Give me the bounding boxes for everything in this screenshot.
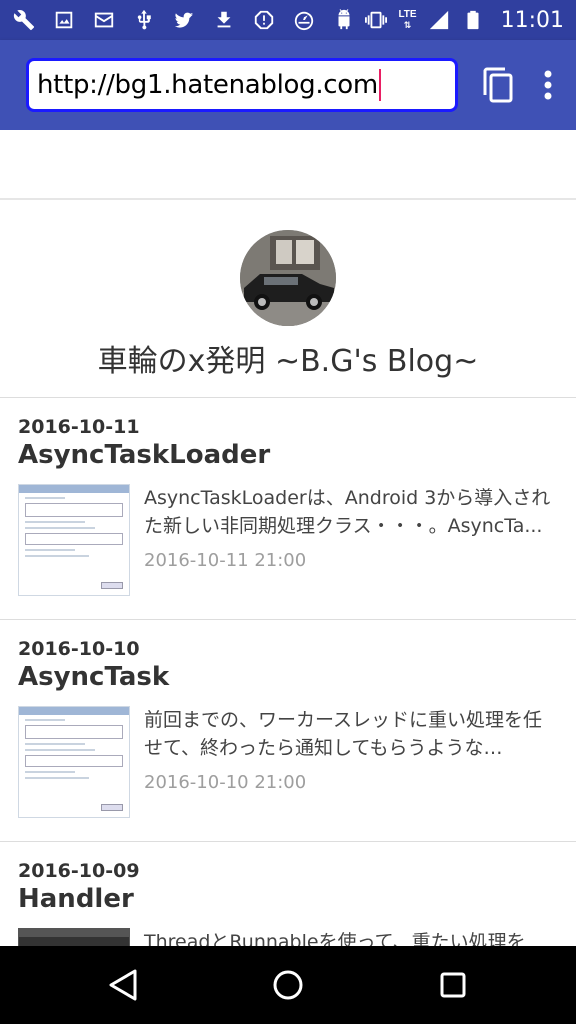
mail-icon bbox=[92, 8, 116, 32]
alert-shield-icon bbox=[252, 8, 276, 32]
entry-title[interactable]: AsyncTaskLoader bbox=[18, 440, 558, 470]
entry-thumbnail[interactable] bbox=[18, 706, 130, 818]
network-type: LTE ⇅ bbox=[398, 9, 417, 31]
entry-thumbnail[interactable] bbox=[18, 484, 130, 596]
blog-avatar[interactable] bbox=[240, 230, 336, 326]
image-icon bbox=[52, 8, 76, 32]
entry-date: 2016-10-10 bbox=[18, 638, 140, 660]
blog-header: 車輪のx発明 ~B.G's Blog~ bbox=[0, 200, 576, 398]
web-content: 車輪のx発明 ~B.G's Blog~ 2016-10-11 AsyncTask… bbox=[0, 130, 576, 946]
page-top-spacer bbox=[0, 130, 576, 200]
entry-timestamp: 2016-10-10 21:00 bbox=[144, 772, 307, 793]
entry-body: AsyncTaskLoaderは、Android 3から導入された新しい非同期処… bbox=[18, 484, 558, 596]
usb-icon bbox=[132, 8, 156, 32]
blog-title[interactable]: 車輪のx発明 ~B.G's Blog~ bbox=[98, 336, 479, 380]
entry-thumbnail[interactable] bbox=[18, 928, 130, 946]
recents-icon[interactable] bbox=[423, 955, 483, 1015]
entry-summary: 前回までの、ワーカースレッドに重い処理を任せて、終わったら通知してもらうような… bbox=[144, 709, 543, 759]
entry-item: 2016-10-11 AsyncTaskLoader AsyncTaskLoad… bbox=[0, 398, 576, 620]
entry-date: 2016-10-09 bbox=[18, 860, 140, 882]
signal-icon bbox=[427, 8, 451, 32]
tabs-icon[interactable] bbox=[480, 67, 516, 103]
entry-text: ThreadとRunnableを使って、重たい処理を bbox=[144, 928, 558, 946]
entry-body: 前回までの、ワーカースレッドに重い処理を任せて、終わったら通知してもらうような…… bbox=[18, 706, 558, 818]
system-status: LTE ⇅ 11:01 bbox=[364, 8, 564, 33]
entry-date: 2016-10-11 bbox=[18, 416, 140, 438]
overflow-menu-icon[interactable] bbox=[538, 67, 558, 103]
entry-summary: ThreadとRunnableを使って、重たい処理を bbox=[144, 931, 526, 946]
speedometer-icon bbox=[292, 8, 316, 32]
android-icon bbox=[332, 8, 356, 32]
url-text[interactable]: http://bg1.hatenablog.com bbox=[37, 70, 378, 100]
back-icon[interactable] bbox=[93, 955, 153, 1015]
status-bar: LTE ⇅ 11:01 bbox=[0, 0, 576, 40]
battery-icon bbox=[461, 8, 485, 32]
entry-title[interactable]: Handler bbox=[18, 884, 558, 914]
url-bar[interactable]: http://bg1.hatenablog.com bbox=[26, 58, 458, 112]
notification-icons bbox=[12, 8, 356, 32]
clock: 11:01 bbox=[500, 7, 564, 33]
wrench-icon bbox=[12, 8, 36, 32]
entry-item: 2016-10-10 AsyncTask 前回までの、ワーカースレッドに重い処理… bbox=[0, 620, 576, 842]
entry-text: 前回までの、ワーカースレッドに重い処理を任せて、終わったら通知してもらうような…… bbox=[144, 706, 558, 818]
entry-body: ThreadとRunnableを使って、重たい処理を bbox=[18, 928, 558, 946]
entry-title[interactable]: AsyncTask bbox=[18, 662, 558, 692]
entry-text: AsyncTaskLoaderは、Android 3から導入された新しい非同期処… bbox=[144, 484, 558, 596]
entry-item: 2016-10-09 Handler ThreadとRunnableを使って、重… bbox=[0, 842, 576, 946]
twitter-icon bbox=[172, 8, 196, 32]
vibrate-icon bbox=[364, 8, 388, 32]
browser-toolbar: http://bg1.hatenablog.com bbox=[0, 40, 576, 130]
entry-timestamp: 2016-10-11 21:00 bbox=[144, 550, 307, 571]
entry-summary: AsyncTaskLoaderは、Android 3から導入された新しい非同期処… bbox=[144, 487, 551, 537]
text-cursor bbox=[378, 69, 381, 101]
download-icon bbox=[212, 8, 236, 32]
navigation-bar bbox=[0, 946, 576, 1024]
home-icon[interactable] bbox=[258, 955, 318, 1015]
